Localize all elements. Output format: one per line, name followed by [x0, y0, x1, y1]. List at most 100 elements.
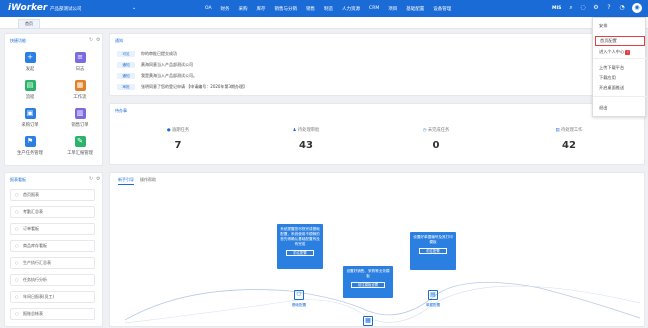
divider — [593, 96, 647, 97]
stat-card[interactable]: ▤ 待处理工作 42 — [514, 127, 624, 151]
nav-item[interactable]: 基础配置 — [406, 6, 424, 12]
nav-item[interactable]: 设备管理 — [433, 6, 451, 12]
todo-title: 待办事 — [115, 108, 127, 113]
stat-label: 待处理工作 — [560, 128, 583, 133]
document-icon: ▤ — [428, 290, 438, 300]
notice-row[interactable]: 通知 黄海同意当入产品部测试公司 — [117, 61, 193, 68]
stat-label: 逾期任务 — [171, 128, 190, 133]
quick-item[interactable]: ≡ 日志 — [60, 52, 100, 72]
go-number-button[interactable]: 前往配置 — [419, 248, 447, 254]
nav-item[interactable]: 采购 — [239, 6, 248, 12]
nav-item[interactable]: 财务 — [221, 6, 230, 12]
dropdown-item[interactable]: 下载应用 — [599, 75, 616, 81]
dropdown-item[interactable]: 上传下载平台 — [599, 65, 624, 71]
report-item[interactable]: 考勤汇总表 — [10, 206, 95, 218]
quick-item-label: 发起 — [25, 67, 35, 72]
flow-box-text: 设置好销售、采购等业务模板 — [346, 269, 390, 278]
dropdown-item[interactable]: 安排 — [599, 23, 607, 29]
tab-home[interactable]: 首页 — [18, 19, 40, 29]
report-item[interactable]: 任务执行分析 — [10, 274, 95, 286]
stat-card[interactable]: ● 逾期任务 7 — [123, 127, 233, 151]
refresh-icon[interactable]: ↻ — [89, 176, 93, 182]
user-dropdown: 安排 首页配置 进入个人中心 ! 上传下载平台 下载应用 开启桌面推送 退出 — [592, 17, 647, 117]
quick-item[interactable]: ▤ 流程 — [10, 80, 50, 100]
report-item[interactable]: 商品库存看板 — [10, 240, 95, 252]
report-item[interactable]: 生产执行汇总表 — [10, 257, 95, 269]
main-nav: OA 财务 采购 库存 销售与分销 销售 制造 人力资源 CRM 项目 基础配置… — [205, 6, 451, 12]
help-icon[interactable]: ? — [605, 4, 613, 12]
reports-title: 报表看板 — [10, 177, 26, 182]
quick-item-label: 采购订单 — [21, 123, 39, 128]
flow-box-text: 系统提醒您尽快完成基础配置，系统使用不顺畅的首先得确认基础配置有没有完成 — [280, 227, 320, 246]
stat-label: 待处理审批 — [297, 128, 320, 133]
nav-item[interactable]: OA — [205, 6, 212, 12]
notice-row[interactable]: 通知 我是黄海当入产品部测试公司。 — [117, 72, 197, 79]
report-icon: ✎ — [74, 136, 86, 147]
quick-item-label: 销售订单 — [71, 123, 89, 128]
nav-item[interactable]: 销售 — [306, 6, 315, 12]
notice-text: 黄海同意当入产品部测试公司 — [141, 62, 193, 67]
production-icon: ⚑ — [24, 136, 36, 147]
quick-item[interactable]: ✎ 工单汇报管理 — [60, 136, 100, 156]
report-item[interactable]: 年间日报表(员工) — [10, 291, 95, 303]
company-name[interactable]: 产品部测试公司 — [50, 6, 82, 12]
report-item[interactable]: 报账总帐表 — [10, 308, 95, 320]
quick-item[interactable]: ⚑ 生产任务管理 — [10, 136, 50, 156]
notice-row[interactable]: 审批 张明同意了您的登记申请 【申请编号：2020年第3期办理】 — [117, 83, 247, 90]
flow-caption: 单据配置 — [425, 303, 441, 307]
dropdown-item-logout[interactable]: 退出 — [599, 105, 607, 111]
bell-icon[interactable]: ◔ — [618, 4, 626, 12]
dropdown-item-label: 进入个人中心 — [599, 49, 625, 54]
nav-item[interactable]: 项目 — [388, 6, 397, 12]
app-logo[interactable]: iWorker — [8, 3, 47, 13]
quick-item[interactable]: ▣ 采购订单 — [10, 108, 50, 128]
quick-item[interactable]: ▥ 销售订单 — [60, 108, 100, 128]
notice-badge: 可见 — [117, 51, 135, 57]
flow-box-config: 系统提醒您尽快完成基础配置，系统使用不顺畅的首先得确认基础配置有没有完成前往配置 — [277, 224, 323, 269]
flow-box-template: 设置好销售、采购等业务模板 前往模板设置 — [343, 266, 393, 298]
avatar[interactable]: ◉ — [632, 3, 642, 13]
notice-text: 张明同意了您的登记申请 【申请编号：2020年第3期办理】 — [141, 84, 247, 89]
quick-item-label: 工作流 — [73, 95, 87, 100]
go-template-button[interactable]: 前往模板设置 — [351, 282, 385, 288]
quick-item[interactable]: ▦ 工作流 — [60, 80, 100, 100]
refresh-icon[interactable]: ↻ — [89, 37, 93, 43]
log-icon: ≡ — [74, 52, 86, 63]
purchase-icon: ▣ — [24, 108, 36, 119]
quick-item-label: 生产任务管理 — [17, 151, 43, 156]
chevron-down-icon[interactable]: ⌄ — [132, 5, 136, 11]
reports-panel: 报表看板 ↻ ⚙ 首页报表 考勤汇总表 订单看板 商品库存看板 生产执行汇总表 … — [4, 172, 103, 327]
flow-box-text: 设置好单据编号及其打印模板 — [413, 235, 453, 244]
settings-icon[interactable]: ⚙ — [96, 37, 100, 43]
dropdown-item[interactable]: 进入个人中心 ! — [599, 49, 631, 55]
notice-title: 通知 — [115, 38, 123, 43]
flow-lines — [124, 281, 641, 324]
gear-icon[interactable]: ⚙ — [592, 4, 600, 12]
alert-icon: ● — [166, 128, 171, 133]
stat-value: 43 — [299, 140, 313, 151]
go-config-button[interactable]: 前往配置 — [286, 250, 314, 256]
nav-item[interactable]: 人力资源 — [342, 6, 360, 12]
search-icon[interactable]: ⌕ — [567, 4, 575, 12]
user-label[interactable]: MIS — [552, 6, 561, 11]
nav-item[interactable]: CRM — [369, 6, 379, 12]
nav-item[interactable]: 销售与分销 — [275, 6, 298, 12]
notice-row[interactable]: 可见 你的审批已提交成功 — [117, 50, 177, 57]
message-icon[interactable]: ◌ — [579, 4, 587, 12]
dropdown-item-home-config[interactable]: 首页配置 — [595, 36, 645, 46]
quick-item-label: 流程 — [25, 95, 35, 100]
person-icon: ♟ — [292, 128, 297, 133]
settings-icon[interactable]: ⚙ — [96, 176, 100, 182]
nav-item[interactable]: 制造 — [324, 6, 333, 12]
report-item[interactable]: 订单看板 — [10, 223, 95, 235]
flow-box-number: 设置好单据编号及其打印模板 前往配置 — [410, 232, 456, 270]
quick-item[interactable]: + 发起 — [10, 52, 50, 72]
notice-text: 你的审批已提交成功 — [141, 51, 177, 56]
dropdown-item[interactable]: 开启桌面推送 — [599, 85, 624, 91]
divider — [593, 58, 647, 59]
stat-card[interactable]: ◷ 未完成任务 0 — [381, 127, 491, 151]
stat-card[interactable]: ♟ 待处理审批 43 — [251, 127, 361, 151]
nav-item[interactable]: 库存 — [257, 6, 266, 12]
report-item[interactable]: 首页报表 — [10, 189, 95, 201]
list-icon: ▤ — [555, 128, 560, 133]
